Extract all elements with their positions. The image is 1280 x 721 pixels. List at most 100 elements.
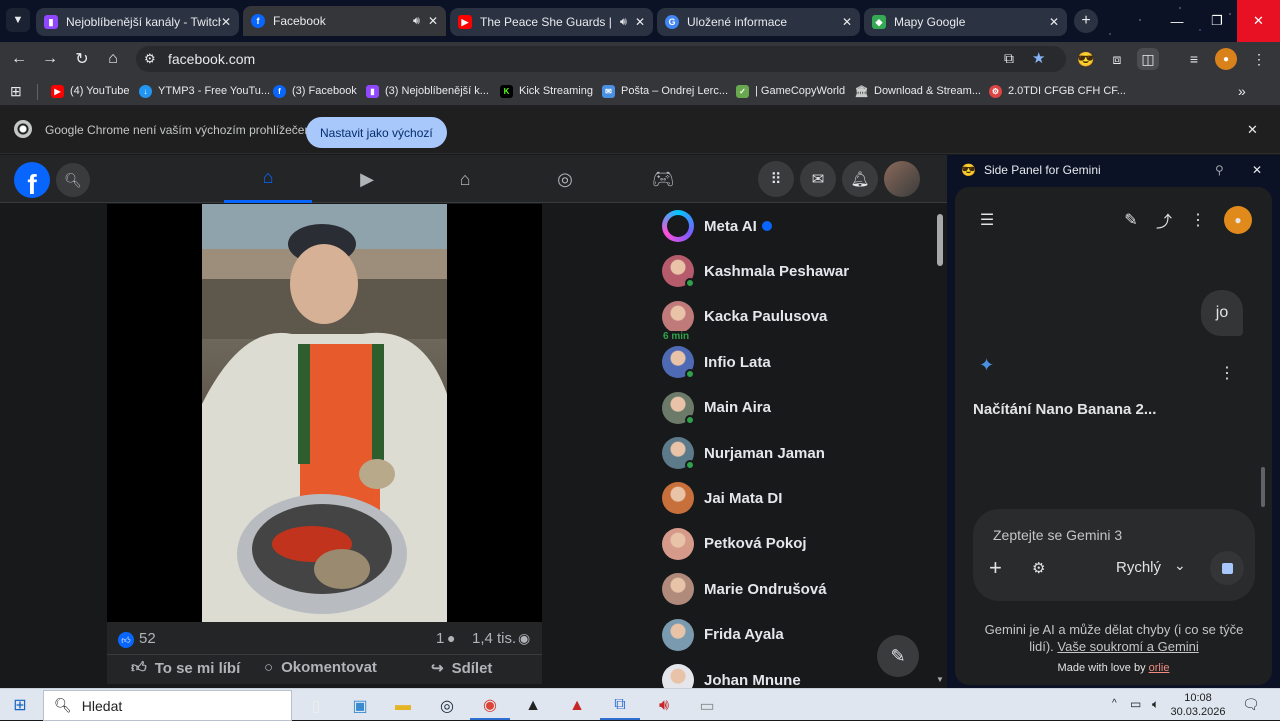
tab-search-button[interactable]: ▼ <box>6 8 30 32</box>
menu-icon[interactable]: ☰ <box>975 208 999 232</box>
mode-selector[interactable]: Rychlý <box>1116 559 1161 576</box>
prompt-input[interactable]: Zeptejte se Gemini 3 + ⚙ Rychlý ⌄ <box>973 509 1255 601</box>
forward-button[interactable]: → <box>38 47 62 71</box>
close-tab-icon[interactable]: ✕ <box>1049 15 1059 29</box>
video-player[interactable] <box>107 204 542 622</box>
contact-item[interactable]: Kashmala Peshawar <box>662 249 932 293</box>
profile-avatar[interactable]: ● <box>1215 48 1237 70</box>
bookmark-tdi[interactable]: ⚙ 2.0TDI CFGB CFH CF... <box>989 83 1126 99</box>
set-default-button[interactable]: Nastavit jako výchozí <box>306 117 447 148</box>
search-icon[interactable]: 🔍︎ <box>56 163 90 197</box>
speaker-icon[interactable]: 🔊︎ <box>413 15 420 28</box>
chat-scrollbar[interactable] <box>1261 467 1265 507</box>
tools-icon[interactable]: ⚙ <box>1032 559 1045 577</box>
volume-icon[interactable]: 🔈︎ <box>1152 697 1159 712</box>
side-panel-icon[interactable]: ◫ <box>1137 48 1159 70</box>
network-icon[interactable]: ▭ <box>1130 697 1141 711</box>
tab-facebook[interactable]: f Facebook 🔊︎ ✕ <box>243 6 446 36</box>
pin-icon[interactable]: ⚲ <box>1215 163 1224 177</box>
close-tab-icon[interactable]: ✕ <box>221 15 231 29</box>
close-tab-icon[interactable]: ✕ <box>635 15 645 29</box>
tray-chevron-icon[interactable]: ^ <box>1112 698 1117 709</box>
minimize-button[interactable]: — <box>1157 0 1197 42</box>
home-icon[interactable]: ⌂ <box>224 155 312 203</box>
bookmark-mail[interactable]: ✉ Pošta – Ondrej Lerc... <box>602 83 728 99</box>
bookmark-gamecopyworld[interactable]: ✓ | GameCopyWorld <box>736 83 845 99</box>
restore-button[interactable]: ❐ <box>1197 0 1237 42</box>
messenger-icon[interactable]: ✉ <box>800 161 836 197</box>
add-icon[interactable]: + <box>989 555 1002 581</box>
share-button[interactable]: ↪ Sdílet <box>431 659 492 678</box>
new-chat-icon[interactable]: ✎ <box>1119 208 1143 232</box>
response-options-icon[interactable]: ⋮ <box>1215 361 1239 385</box>
contact-item[interactable]: Nurjaman Jaman <box>662 431 932 475</box>
scrollbar-thumb[interactable] <box>937 214 943 266</box>
reload-button[interactable]: ↻ <box>70 47 94 71</box>
close-panel-icon[interactable]: ✕ <box>1252 163 1262 177</box>
extensions-icon[interactable]: ⧈ <box>1106 48 1128 70</box>
install-app-icon[interactable]: ⧉ <box>1004 50 1014 67</box>
tab-saved-info[interactable]: G Uložené informace ✕ <box>657 8 860 36</box>
comment-button[interactable]: ○ Okomentovat <box>264 659 377 676</box>
more-bookmarks-icon[interactable]: » <box>1238 83 1246 99</box>
taskbar-search[interactable]: 🔍︎ Hledat <box>43 690 292 721</box>
tab-twitch[interactable]: ▮ Nejoblíbenější kanály - Twitch ✕ <box>36 8 239 36</box>
extension-emoji-icon[interactable]: 😎 <box>1075 48 1097 70</box>
contact-item[interactable]: Petková Pokoj <box>662 522 932 566</box>
chrome-menu-icon[interactable]: ⋮ <box>1248 48 1270 70</box>
contact-item[interactable]: Main Aira <box>662 386 932 430</box>
steam-icon[interactable]: ◎ <box>427 692 467 720</box>
contact-item[interactable]: Marie Ondrušová <box>662 567 932 611</box>
bookmark-star-icon[interactable]: ★ <box>1032 49 1045 67</box>
bookmark-twitch[interactable]: ▮ (3) Nejoblíbenější k... <box>366 83 489 99</box>
privacy-link[interactable]: Vaše soukromí a Gemini <box>1057 639 1198 654</box>
close-infobar-icon[interactable]: ✕ <box>1247 122 1258 138</box>
contact-item[interactable]: 6 min Kacka Paulusova <box>662 295 932 342</box>
feed-scrollbar[interactable]: ▼ <box>935 204 945 688</box>
facebook-logo[interactable]: f <box>14 162 50 198</box>
media-control-icon[interactable]: ≡ <box>1183 48 1205 70</box>
bookmark-youtube[interactable]: ▶ (4) YouTube <box>51 83 130 99</box>
like-count[interactable]: 52 <box>139 630 156 647</box>
stop-button[interactable] <box>1210 551 1244 585</box>
address-bar[interactable]: ⚙ facebook.com ⧉ ★ <box>136 46 1066 72</box>
site-info-icon[interactable]: ⚙ <box>144 51 156 67</box>
tab-youtube[interactable]: ▶ The Peace She Guards | Am 🔊︎ ✕ <box>450 8 653 36</box>
start-button[interactable]: ⊞ <box>0 691 40 719</box>
video-icon[interactable]: ▶ <box>323 155 411 203</box>
close-tab-icon[interactable]: ✕ <box>842 15 852 29</box>
gaming-icon[interactable]: 🎮︎ <box>619 155 707 203</box>
share-icon[interactable]: ⤴ <box>1152 208 1176 232</box>
audio-app-icon[interactable]: 🔊︎ <box>644 692 684 720</box>
chevron-down-icon[interactable]: ⌄ <box>1174 557 1186 574</box>
apps-grid-icon[interactable]: ⊞ <box>10 83 22 99</box>
contact-item[interactable]: Jai Mata DI <box>662 476 932 520</box>
account-avatar[interactable]: ● <box>1224 206 1252 234</box>
bookmark-kick[interactable]: K Kick Streaming <box>500 83 593 99</box>
clock[interactable]: 10:08 30.03.2026 <box>1168 691 1228 719</box>
contact-item[interactable]: Meta AI <box>662 204 932 248</box>
tab-maps[interactable]: ◆ Mapy Google ✕ <box>864 8 1067 36</box>
monitor-app-icon[interactable]: ▣ <box>340 692 380 720</box>
profile-avatar[interactable] <box>884 161 920 197</box>
close-window-button[interactable]: ✕ <box>1237 0 1280 42</box>
chrome-icon[interactable]: ◉ <box>470 692 510 720</box>
more-options-icon[interactable]: ⋮ <box>1186 208 1210 232</box>
notifications-icon[interactable]: 🔔︎ <box>842 161 878 197</box>
groups-icon[interactable]: ◎ <box>521 155 609 203</box>
app-blue-icon[interactable]: ⧉ <box>600 692 640 720</box>
menu-grid-icon[interactable]: ⠿ <box>758 161 794 197</box>
bookmark-facebook[interactable]: f (3) Facebook <box>273 83 357 99</box>
home-button[interactable]: ⌂ <box>101 47 125 71</box>
blank-app-icon[interactable]: ▯ <box>296 692 336 720</box>
app-red-icon[interactable]: ▲ <box>557 692 597 720</box>
app-gray-icon[interactable]: ▭ <box>687 692 727 720</box>
close-tab-icon[interactable]: ✕ <box>428 14 438 28</box>
like-button[interactable]: 👍︎ To se mi líbí <box>131 659 240 677</box>
author-link[interactable]: orlie <box>1149 662 1170 674</box>
back-button[interactable]: ← <box>7 47 31 71</box>
speaker-icon[interactable]: 🔊︎ <box>620 16 627 29</box>
bookmark-library[interactable]: 🏛︎ Download & Stream... <box>855 83 981 99</box>
contact-item[interactable]: Infio Lata <box>662 340 932 384</box>
new-tab-button[interactable]: + <box>1074 9 1098 33</box>
